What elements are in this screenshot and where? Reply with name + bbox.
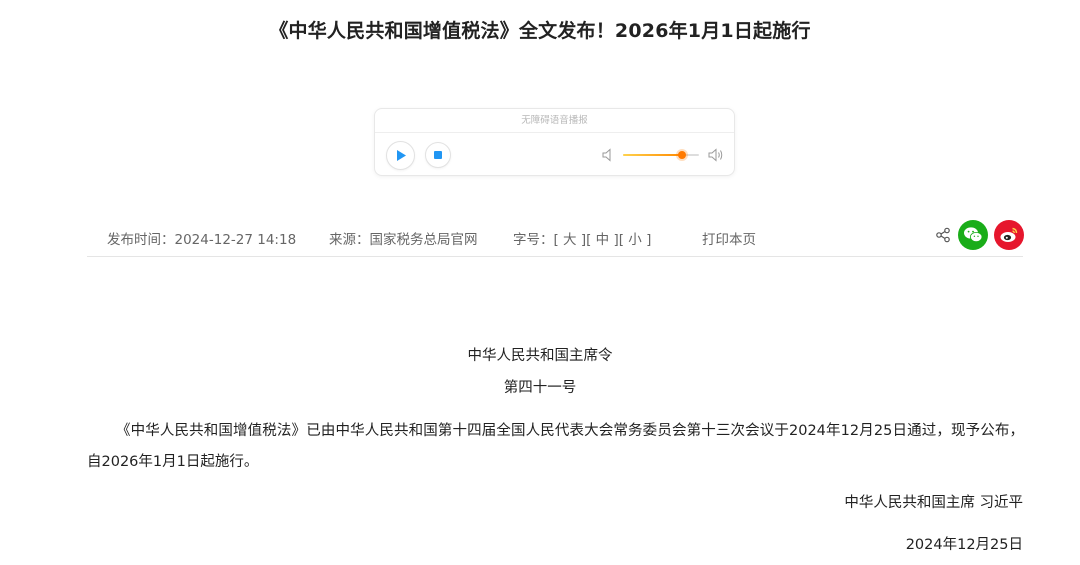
play-button[interactable] (386, 141, 415, 170)
publish-label: 发布时间： (107, 232, 175, 248)
volume-slider[interactable] (623, 151, 699, 159)
article-title: 《中华人民共和国增值税法》全文发布！2026年1月1日起施行 (269, 20, 811, 42)
article-paragraph: 《中华人民共和国增值税法》已由中华人民共和国第十四届全国人民代表大会常务委员会第… (87, 423, 1024, 470)
publish-time: 发布时间：2024-12-27 14:18 (107, 228, 296, 248)
font-size-label: 字号： (513, 232, 554, 248)
share-icon[interactable] (935, 227, 951, 243)
order-number: 第四十一号 (503, 380, 577, 396)
wechat-share-button[interactable] (958, 220, 988, 250)
volume-low-icon[interactable] (602, 148, 614, 162)
meta-divider (87, 256, 1023, 257)
font-large-link[interactable]: [ 大 ] (554, 232, 587, 248)
weibo-icon (1000, 227, 1018, 242)
font-medium-link[interactable]: [ 中 ] (586, 232, 619, 248)
font-small-link[interactable]: [ 小 ] (619, 232, 652, 248)
stop-icon (434, 151, 442, 159)
signature: 中华人民共和国主席 习近平 (844, 495, 1023, 511)
volume-high-icon[interactable] (708, 148, 724, 162)
article-source: 来源：国家税务总局官网 (329, 232, 478, 248)
weibo-share-button[interactable] (994, 220, 1024, 250)
player-header: 无障碍语音播报 (375, 109, 734, 133)
play-icon (396, 150, 406, 161)
wechat-icon (964, 227, 983, 242)
font-size-control: 字号：[ 大 ][ 中 ][ 小 ] (513, 228, 651, 248)
volume-fill (623, 154, 683, 156)
signing-date: 2024年12月25日 (905, 537, 1023, 553)
volume-knob[interactable] (678, 151, 687, 159)
order-title: 中华人民共和国主席令 (467, 348, 613, 364)
publish-value: 2024-12-27 14:18 (174, 232, 297, 248)
print-link[interactable]: 打印本页 (702, 228, 756, 248)
article-page: 《中华人民共和国增值税法》全文发布！2026年1月1日起施行 无障碍语音播报 发… (0, 0, 1080, 565)
stop-button[interactable] (425, 142, 451, 168)
audio-player: 无障碍语音播报 (374, 108, 735, 176)
